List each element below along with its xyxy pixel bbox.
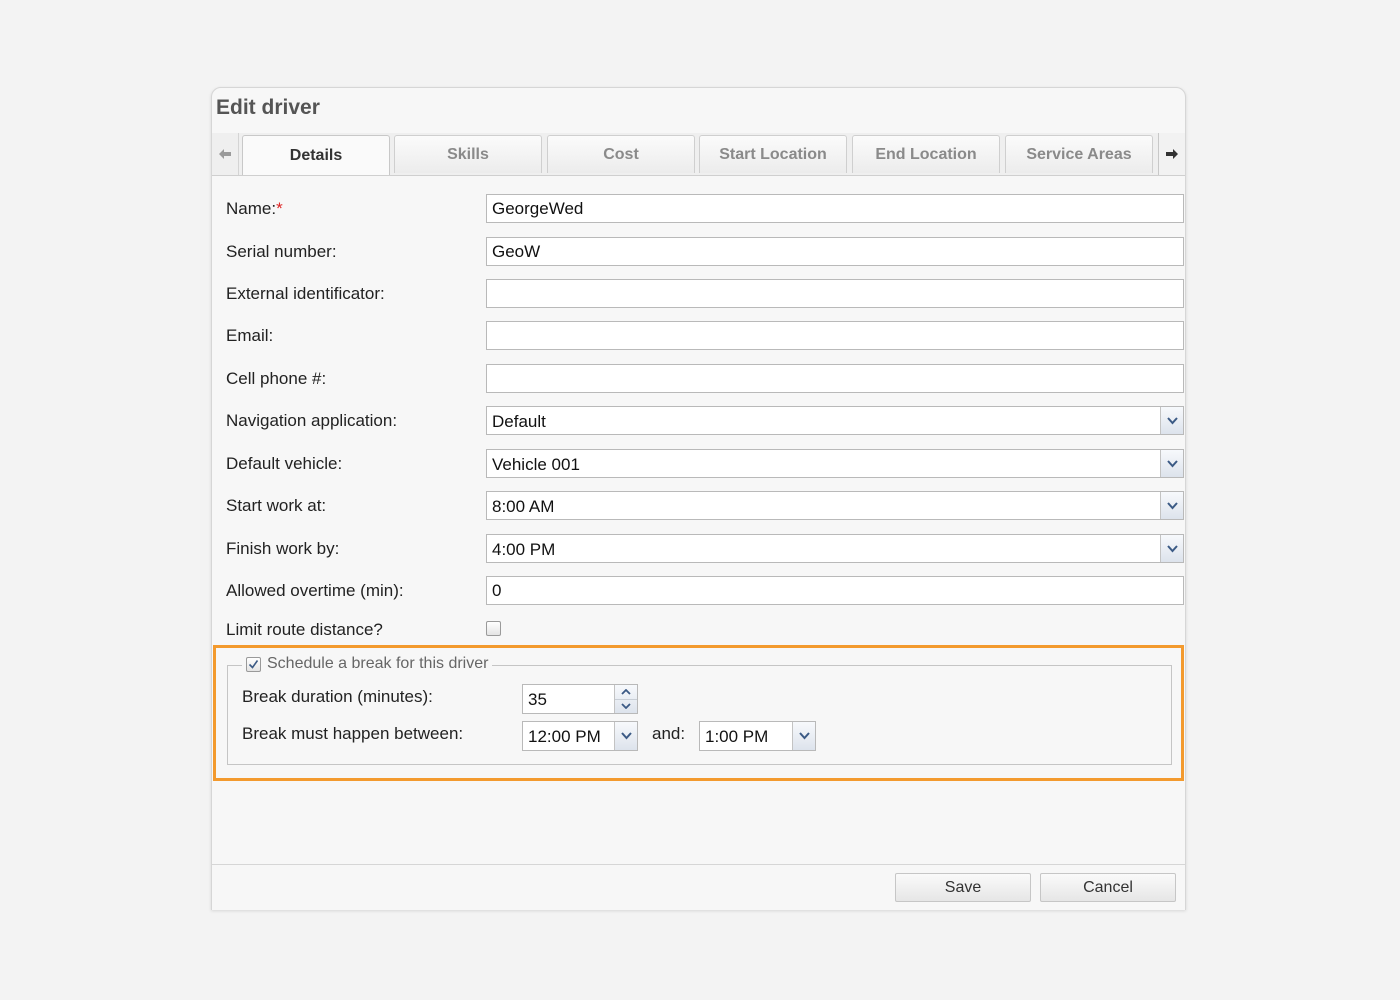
external-id-input[interactable] xyxy=(486,279,1184,308)
email-row: Email: xyxy=(226,321,1186,351)
tab-start-location[interactable]: Start Location xyxy=(699,135,847,173)
start-work-label: Start work at: xyxy=(226,496,327,515)
finish-work-row: Finish work by: 4:00 PM xyxy=(226,534,1186,564)
tab-cost[interactable]: Cost xyxy=(547,135,695,173)
email-label: Email: xyxy=(226,326,274,345)
save-button[interactable]: Save xyxy=(895,873,1031,902)
tab-service-areas[interactable]: Service Areas xyxy=(1005,135,1153,173)
name-row: Name:* xyxy=(226,194,1186,224)
overtime-row: Allowed overtime (min): xyxy=(226,576,1186,606)
name-input[interactable] xyxy=(486,194,1184,223)
serial-row: Serial number: xyxy=(226,237,1186,267)
limit-route-label: Limit route distance? xyxy=(226,620,383,639)
nav-app-row: Navigation application: Default xyxy=(226,406,1186,436)
nav-app-value: Default xyxy=(492,412,546,431)
start-work-row: Start work at: 8:00 AM xyxy=(226,491,1186,521)
tab-scroll-right-icon[interactable] xyxy=(1158,133,1185,175)
overtime-label: Allowed overtime (min): xyxy=(226,581,404,600)
external-id-row: External identificator: xyxy=(226,279,1186,309)
tab-bar: Details Skills Cost Start Location End L… xyxy=(212,133,1185,176)
finish-work-select[interactable]: 4:00 PM xyxy=(486,534,1184,563)
chevron-down-icon[interactable] xyxy=(1160,492,1183,519)
nav-app-select[interactable]: Default xyxy=(486,406,1184,435)
required-mark: * xyxy=(276,199,283,218)
tab-end-location[interactable]: End Location xyxy=(852,135,1000,173)
serial-label: Serial number: xyxy=(226,242,337,261)
default-vehicle-row: Default vehicle: Vehicle 001 xyxy=(226,449,1186,479)
finish-work-value: 4:00 PM xyxy=(492,540,556,559)
default-vehicle-label: Default vehicle: xyxy=(226,454,343,473)
cell-phone-row: Cell phone #: xyxy=(226,364,1186,394)
chevron-down-icon[interactable] xyxy=(1160,407,1183,434)
default-vehicle-value: Vehicle 001 xyxy=(492,455,580,474)
serial-number-input[interactable] xyxy=(486,237,1184,266)
chevron-down-icon[interactable] xyxy=(1160,535,1183,562)
cancel-button[interactable]: Cancel xyxy=(1040,873,1176,902)
tab-details[interactable]: Details xyxy=(242,135,390,175)
dialog-title: Edit driver xyxy=(216,96,320,119)
tab-scroll-left-icon[interactable] xyxy=(212,133,239,175)
cell-phone-input[interactable] xyxy=(486,364,1184,393)
chevron-down-icon[interactable] xyxy=(1160,450,1183,477)
edit-driver-dialog: Edit driver Details Skills Cost Start Lo… xyxy=(211,87,1186,910)
name-label: Name:* xyxy=(226,199,283,218)
finish-work-label: Finish work by: xyxy=(226,539,340,558)
break-section: Break duration (minutes): 35 Break must … xyxy=(212,645,1185,783)
nav-app-label: Navigation application: xyxy=(226,411,398,430)
start-work-select[interactable]: 8:00 AM xyxy=(486,491,1184,520)
cell-phone-label: Cell phone #: xyxy=(226,369,327,388)
highlight-outline xyxy=(213,645,1184,781)
limit-route-checkbox[interactable] xyxy=(486,621,501,636)
limit-route-row: Limit route distance? xyxy=(226,615,1186,645)
start-work-value: 8:00 AM xyxy=(492,497,555,516)
email-input[interactable] xyxy=(486,321,1184,350)
default-vehicle-select[interactable]: Vehicle 001 xyxy=(486,449,1184,478)
tab-skills[interactable]: Skills xyxy=(394,135,542,173)
external-id-label: External identificator: xyxy=(226,284,385,303)
overtime-input[interactable] xyxy=(486,576,1184,605)
dialog-footer: Save Cancel xyxy=(212,864,1185,910)
